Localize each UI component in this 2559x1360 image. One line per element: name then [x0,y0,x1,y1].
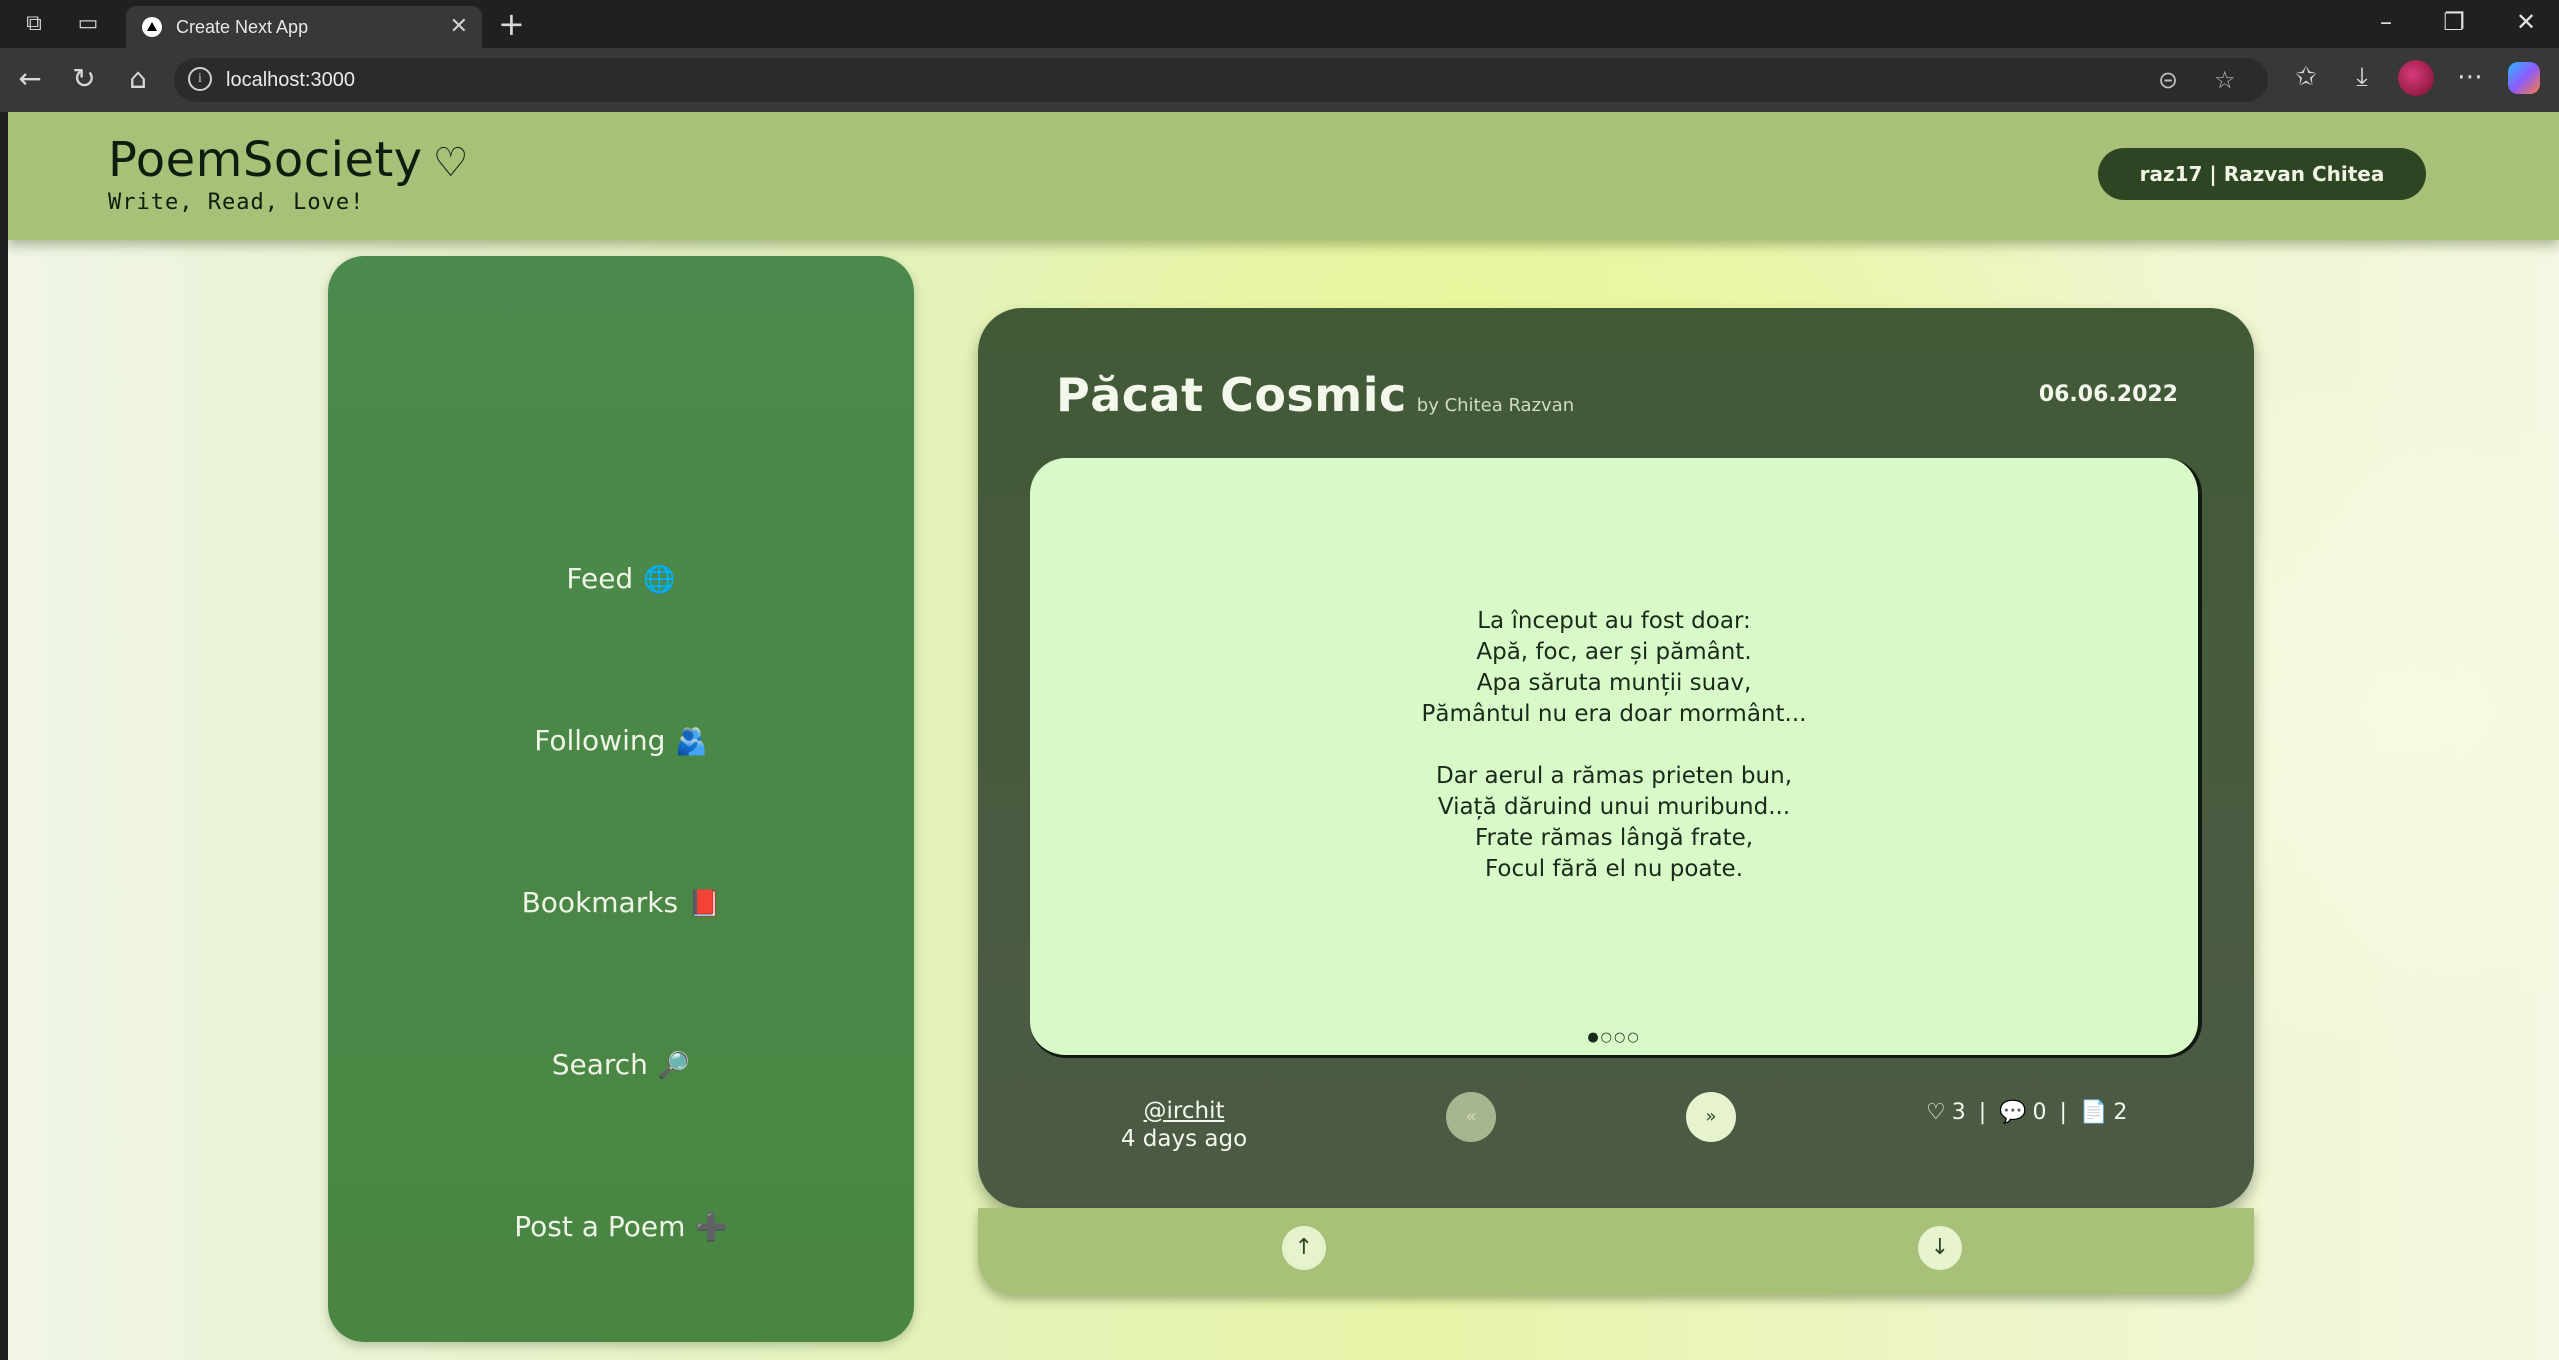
poem-title: Păcat Cosmic by Chitea Razvan [1056,368,1574,422]
poem-text: La început au fost doar: Apă, foc, aer ș… [1030,606,2198,885]
poem-line: Apa săruta munții suav, [1476,670,1752,696]
copilot-icon[interactable] [2508,62,2540,94]
sidebar: Feed 🌐 Following 🫂 Bookmarks 📕 Search 🔎 Post… [328,256,914,1342]
vote-bar: ↑ ↓ [978,1208,2254,1294]
url-field[interactable]: i localhost:3000 ⊝ ☆ [174,58,2268,102]
site-logo[interactable]: PoemSociety ♡ [108,132,469,188]
reading-mode-icon[interactable]: ⊝ [2158,66,2178,94]
poem-line: Apă, foc, aer și pământ. [1476,639,1752,665]
upvote-button[interactable]: ↑ [1282,1226,1326,1270]
globe-icon: 🌐 [643,565,676,595]
sidebar-item-label: Feed [566,562,634,595]
page-indicator-dots[interactable]: ●○○○ [1030,1030,2198,1045]
favorite-star-icon[interactable]: ☆ [2214,66,2236,94]
browser-tab[interactable]: Create Next App ✕ [126,6,482,48]
poem-stats: ♡ 3 | 💬 0 | 📄 2 [1926,1100,2133,1125]
divider: | [1971,1100,1994,1125]
restore-icon[interactable]: ❐ [2434,8,2474,36]
user-account-button[interactable]: raz17 | Razvan Chitea [2098,148,2426,200]
previous-page-button[interactable]: « [1446,1092,1496,1142]
poem-title-text: Păcat Cosmic [1056,368,1407,422]
book-icon: 📕 [688,889,721,919]
nextjs-favicon-icon [142,17,162,37]
author-handle-link[interactable]: @irchit [978,1098,1390,1124]
more-menu-icon[interactable]: ⋯ [2452,62,2488,92]
poem-author[interactable]: by Chitea Razvan [1417,395,1574,416]
sidebar-item-search[interactable]: Search 🔎 [328,1048,914,1081]
heart-icon: ♡ [432,140,470,186]
poem-line: Focul fără el nu poate. [1484,856,1744,882]
close-window-icon[interactable]: ✕ [2506,8,2546,36]
downvote-button[interactable]: ↓ [1918,1226,1962,1270]
poem-date: 06.06.2022 [2038,382,2178,407]
like-heart-icon[interactable]: ♡ [1926,1100,1946,1125]
poem-line: Pământul nu era doar mormânt... [1421,701,1807,727]
poem-line: La început au fost doar: [1477,608,1751,634]
divider: | [2052,1100,2074,1125]
sidebar-item-label: Following [534,724,666,757]
sidebar-item-label: Post a Poem [514,1210,686,1243]
sidebar-item-following[interactable]: Following 🫂 [328,724,914,757]
tab-title: Create Next App [176,17,309,37]
logo-text: PoemSociety [108,132,423,188]
address-bar: ← ↻ ⌂ i localhost:3000 ⊝ ☆ ✩ ⤓ ⋯ [0,48,2559,112]
poem-content-box: La început au fost doar: Apă, foc, aer ș… [1030,458,2202,1058]
sidebar-item-label: Search [551,1048,648,1081]
sidebar-item-post-poem[interactable]: Post a Poem ➕ [328,1210,914,1243]
profile-avatar[interactable] [2398,60,2434,96]
poem-line: Viață dăruind unui muribund... [1437,794,1791,820]
home-icon[interactable]: ⌂ [120,64,156,94]
magnifier-icon: 🔎 [657,1051,691,1081]
reload-icon[interactable]: ↻ [66,64,102,94]
tagline: Write, Read, Love! [108,190,365,215]
site-info-icon[interactable]: i [188,67,212,91]
next-page-button[interactable]: » [1686,1092,1736,1142]
poem-line: Dar aerul a rămas prieten bun, [1435,763,1793,789]
sidebar-item-feed[interactable]: Feed 🌐 [328,562,914,595]
new-tab-icon[interactable]: + [498,6,525,42]
people-icon: 🫂 [675,727,708,757]
plus-icon: ➕ [695,1213,728,1243]
page: PoemSociety ♡ Write, Read, Love! raz17 | … [0,112,2559,1360]
downloads-icon[interactable]: ⤓ [2344,62,2380,93]
poem-line: Frate rămas lângă frate, [1474,825,1754,851]
back-icon[interactable]: ← [12,64,48,94]
bookmark-icon[interactable]: 📄 [2080,1100,2107,1125]
like-count: 3 [1951,1100,1966,1125]
poem-card: Păcat Cosmic by Chitea Razvan 06.06.2022 … [978,308,2254,1208]
favorites-icon[interactable]: ✩ [2288,62,2324,92]
workspaces-icon[interactable]: ⧉ [20,10,48,38]
minimize-icon[interactable]: – [2366,8,2406,36]
close-tab-icon[interactable]: ✕ [450,14,468,39]
sidebar-item-bookmarks[interactable]: Bookmarks 📕 [328,886,914,919]
bookmark-count: 2 [2113,1100,2128,1125]
url-text: localhost:3000 [226,69,355,91]
site-header: PoemSociety ♡ Write, Read, Love! raz17 | … [8,112,2559,240]
post-time-ago: 4 days ago [1120,1126,1248,1152]
stanza-gap [1030,730,2198,761]
sidebar-item-label: Bookmarks [521,886,679,919]
comment-count: 0 [2032,1100,2047,1125]
tab-actions-icon[interactable]: ▭ [74,10,102,38]
browser-tab-bar: ⧉ ▭ Create Next App ✕ + – ❐ ✕ [0,0,2559,48]
comment-icon[interactable]: 💬 [1999,1100,2026,1125]
